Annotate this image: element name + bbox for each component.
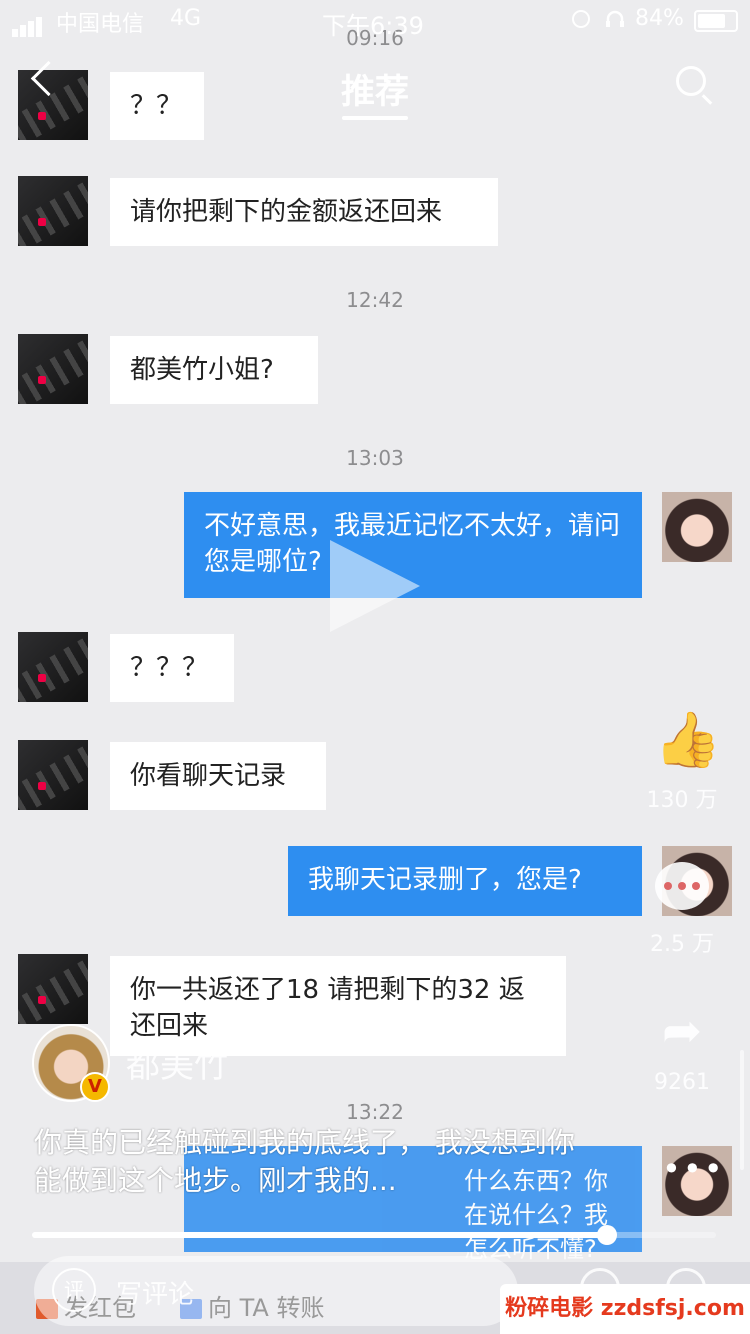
clock: 下午6:39: [322, 12, 424, 40]
carrier-label: 中国电信: [56, 12, 145, 37]
watermark: 粉碎电影 zzdsfsj.com: [500, 1284, 750, 1334]
comment-badge: 评: [52, 1268, 96, 1312]
verified-badge: V: [80, 1072, 110, 1102]
progress-handle[interactable]: [596, 1225, 617, 1245]
play-icon[interactable]: [330, 540, 420, 632]
timestamp: 12:42: [346, 288, 404, 312]
share-count: 9261: [654, 1070, 710, 1095]
timestamp: 13:03: [346, 446, 404, 470]
network-label: 4G: [170, 6, 202, 31]
headphones-icon: [606, 10, 624, 27]
comment-placeholder: 写评论: [116, 1280, 195, 1310]
share-button[interactable]: ➦ 9261: [632, 1006, 732, 1095]
avatar: [18, 740, 88, 810]
avatar: [18, 176, 88, 246]
avatar: [18, 334, 88, 404]
share-icon: ➦: [661, 1003, 703, 1059]
signal-icon: [12, 12, 44, 37]
avatar: [18, 632, 88, 702]
thumbs-up-icon: 👍: [654, 708, 722, 771]
like-button[interactable]: 👍 130 万: [632, 712, 732, 814]
comment-count: 2.5 万: [650, 932, 714, 957]
video-progress-bar[interactable]: [32, 1225, 716, 1245]
timestamp: 13:22: [346, 1100, 404, 1124]
more-icon[interactable]: •••: [662, 1150, 725, 1188]
comment-button[interactable]: 2.5 万: [632, 862, 732, 958]
scrollbar[interactable]: [740, 1050, 744, 1170]
chat-bubble-left: ？？？: [110, 634, 234, 702]
like-count: 130 万: [646, 788, 718, 813]
avatar: [662, 492, 732, 562]
author-name[interactable]: 都美竹: [126, 1038, 228, 1087]
avatar: [18, 954, 88, 1024]
chat-bubble-left: 请你把剩下的金额返还回来: [110, 178, 498, 246]
comment-input[interactable]: [34, 1256, 518, 1326]
chat-bubble-left: 都美竹小姐?: [110, 336, 318, 404]
progress-fill: [32, 1232, 607, 1238]
tab-recommend[interactable]: 推荐: [0, 64, 750, 113]
status-bar: 中国电信 4G 下午6:39 84%: [0, 0, 750, 40]
search-icon[interactable]: [676, 66, 706, 96]
top-bar: 推荐: [0, 40, 750, 130]
rotation-lock-icon: [572, 10, 590, 28]
tab-underline: [342, 116, 408, 120]
battery-icon: [694, 10, 738, 32]
chat-bubble-right: 我聊天记录删了，您是?: [288, 846, 642, 916]
video-caption[interactable]: 你真的已经触碰到我的底线了， 我没想到你能做到这个地步。刚才我的...: [34, 1124, 594, 1200]
comment-icon: [655, 862, 709, 910]
battery-percent: 84%: [635, 6, 684, 31]
chat-bubble-left: 你看聊天记录: [110, 742, 326, 810]
